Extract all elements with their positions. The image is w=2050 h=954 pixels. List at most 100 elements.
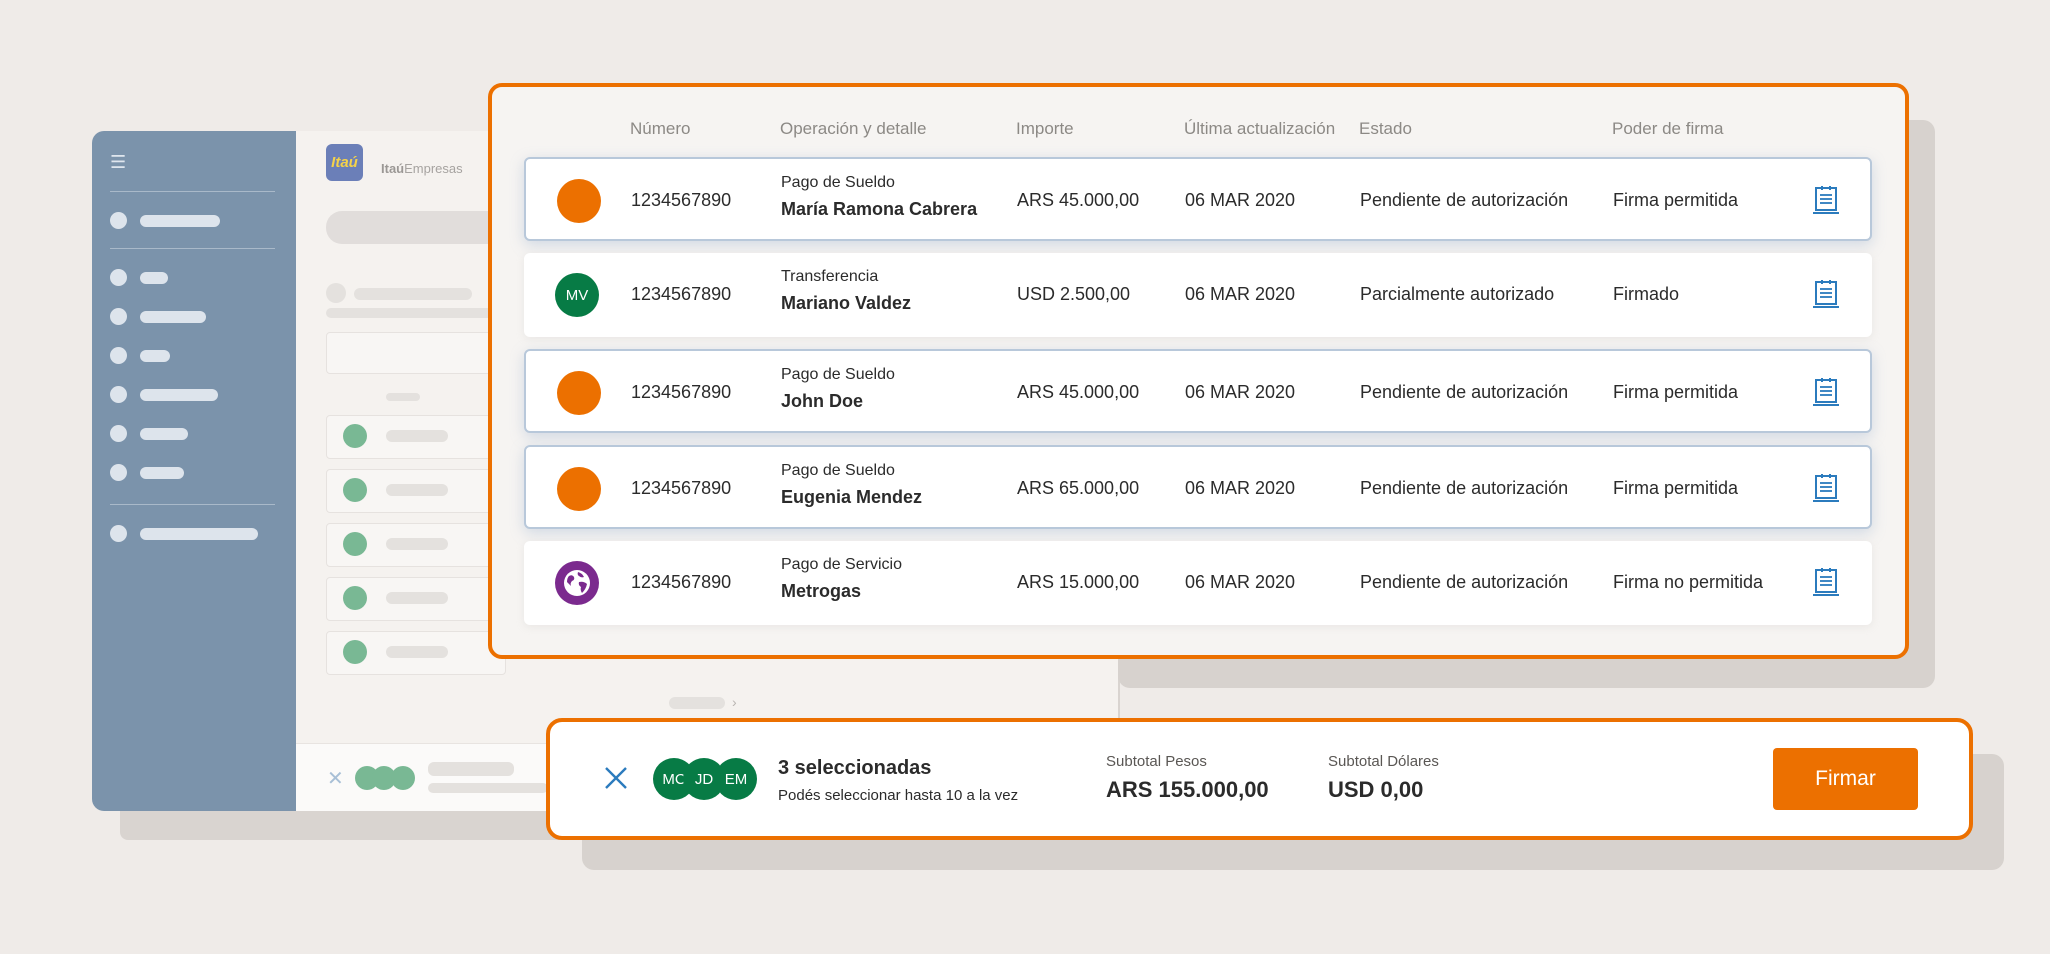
sidebar-item-placeholder [140,389,218,401]
row-fecha: 06 MAR 2020 [1185,190,1296,210]
table-row[interactable]: 1234567890 Pago de Servicio Metrogas ARS… [524,541,1872,625]
subtotal-pesos-value: ARS 155.000,00 [1106,777,1269,802]
search-placeholder [326,211,506,244]
row-operacion: Pago de Sueldo [781,366,895,383]
row-numero: 1234567890 [631,572,732,592]
sidebar-item-icon [110,425,127,442]
sidebar-item-placeholder [140,272,168,284]
selection-count: 3 seleccionadas [778,757,932,779]
row-importe: ARS 65.000,00 [1017,478,1140,498]
row-numero: 1234567890 [631,478,732,498]
row-fecha: 06 MAR 2020 [1185,478,1296,498]
placeholder-avatar [343,640,367,664]
pagination-placeholder [669,697,725,709]
row-avatar[interactable] [557,467,601,511]
row-poder-de-firma: Firma permitida [1613,478,1739,498]
row-detalle: John Doe [781,391,864,411]
row-detalle: María Ramona Cabrera [781,199,978,219]
document-icon[interactable] [1812,473,1840,503]
row-avatar[interactable] [555,561,599,605]
row-poder-de-firma: Firma no permitida [1613,572,1764,592]
document-icon[interactable] [1812,279,1840,309]
sidebar-item-icon [110,386,127,403]
placeholder-avatar [343,532,367,556]
row-avatar[interactable]: MV [555,273,599,317]
table-row[interactable]: 1234567890 Pago de Sueldo John Doe ARS 4… [524,349,1872,433]
row-poder-de-firma: Firmado [1613,284,1680,304]
table-row[interactable]: 1234567890 Pago de Sueldo María Ramona C… [524,157,1872,241]
row-detalle: Eugenia Mendez [781,487,923,507]
row-estado: Pendiente de autorización [1360,478,1569,498]
row-poder-de-firma: Firma permitida [1613,190,1739,210]
row-fecha: 06 MAR 2020 [1185,572,1296,592]
row-avatar[interactable] [557,179,601,223]
firmar-button[interactable]: Firmar [1773,748,1918,810]
placeholder-bar [428,783,548,793]
row-numero: 1234567890 [631,382,732,402]
row-detalle: Mariano Valdez [781,293,912,313]
sidebar-item-placeholder [140,311,206,323]
sidebar-divider [110,504,275,505]
brand-name: ItaúEmpresas [381,161,463,176]
placeholder-bar [386,430,448,442]
placeholder-avatar [343,424,367,448]
subtotal-dolares-label: Subtotal Dólares [1328,753,1439,770]
sidebar-item-placeholder [140,528,258,540]
document-icon[interactable] [1812,377,1840,407]
sidebar-item-icon [110,464,127,481]
selected-avatar: EM [715,758,757,800]
sidebar-item-icon [110,308,127,325]
row-numero: 1234567890 [631,190,732,210]
itau-logo: Itaú [326,144,363,181]
header-operacion[interactable]: Operación y detalle [780,119,926,139]
subtotal-pesos-label: Subtotal Pesos [1106,753,1207,770]
document-icon[interactable] [1812,567,1840,597]
sidebar-item-placeholder [140,350,170,362]
header-ultima-actualizacion[interactable]: Última actualización [1184,119,1335,139]
sidebar-item-placeholder [140,215,220,227]
sidebar-item-icon [110,347,127,364]
row-operacion: Pago de Servicio [781,556,902,573]
row-importe: ARS 45.000,00 [1017,382,1140,402]
document-icon[interactable] [1812,185,1840,215]
sidebar-item-icon [110,269,127,286]
placeholder-bar [386,592,448,604]
row-fecha: 06 MAR 2020 [1185,382,1296,402]
placeholder-bar [326,308,496,318]
row-importe: ARS 45.000,00 [1017,190,1140,210]
selection-hint: Podés seleccionar hasta 10 a la vez [778,787,1019,804]
placeholder-avatar [343,478,367,502]
table-row[interactable]: MV 1234567890 Transferencia Mariano Vald… [524,253,1872,337]
row-estado: Pendiente de autorización [1360,572,1569,592]
row-avatar[interactable] [557,371,601,415]
placeholder-bar [386,393,420,401]
hamburger-icon[interactable]: ☰ [110,152,126,173]
close-icon: ✕ [327,766,344,790]
placeholder-bar [428,762,514,776]
placeholder-bar [386,484,448,496]
header-estado[interactable]: Estado [1359,119,1412,139]
placeholder-bar [354,288,472,300]
placeholder-avatar [343,586,367,610]
sidebar-divider [110,248,275,249]
sidebar-item-placeholder [140,467,184,479]
header-poder-de-firma[interactable]: Poder de firma [1612,119,1724,139]
row-operacion: Pago de Sueldo [781,174,895,191]
table-row[interactable]: 1234567890 Pago de Sueldo Eugenia Mendez… [524,445,1872,529]
globe-icon [564,570,590,596]
sidebar-divider [110,191,275,192]
placeholder-bar [386,646,448,658]
subtotal-dolares-value: USD 0,00 [1328,777,1424,802]
row-operacion: Transferencia [781,268,879,285]
row-operacion: Pago de Sueldo [781,462,895,479]
row-numero: 1234567890 [631,284,732,304]
row-fecha: 06 MAR 2020 [1185,284,1296,304]
row-poder-de-firma: Firma permitida [1613,382,1739,402]
header-importe[interactable]: Importe [1016,119,1074,139]
header-numero[interactable]: Número [630,119,690,139]
sidebar-item-placeholder [140,428,188,440]
close-icon[interactable] [601,763,631,793]
row-estado: Pendiente de autorización [1360,382,1569,402]
row-importe: ARS 15.000,00 [1017,572,1140,592]
row-estado: Pendiente de autorización [1360,190,1569,210]
